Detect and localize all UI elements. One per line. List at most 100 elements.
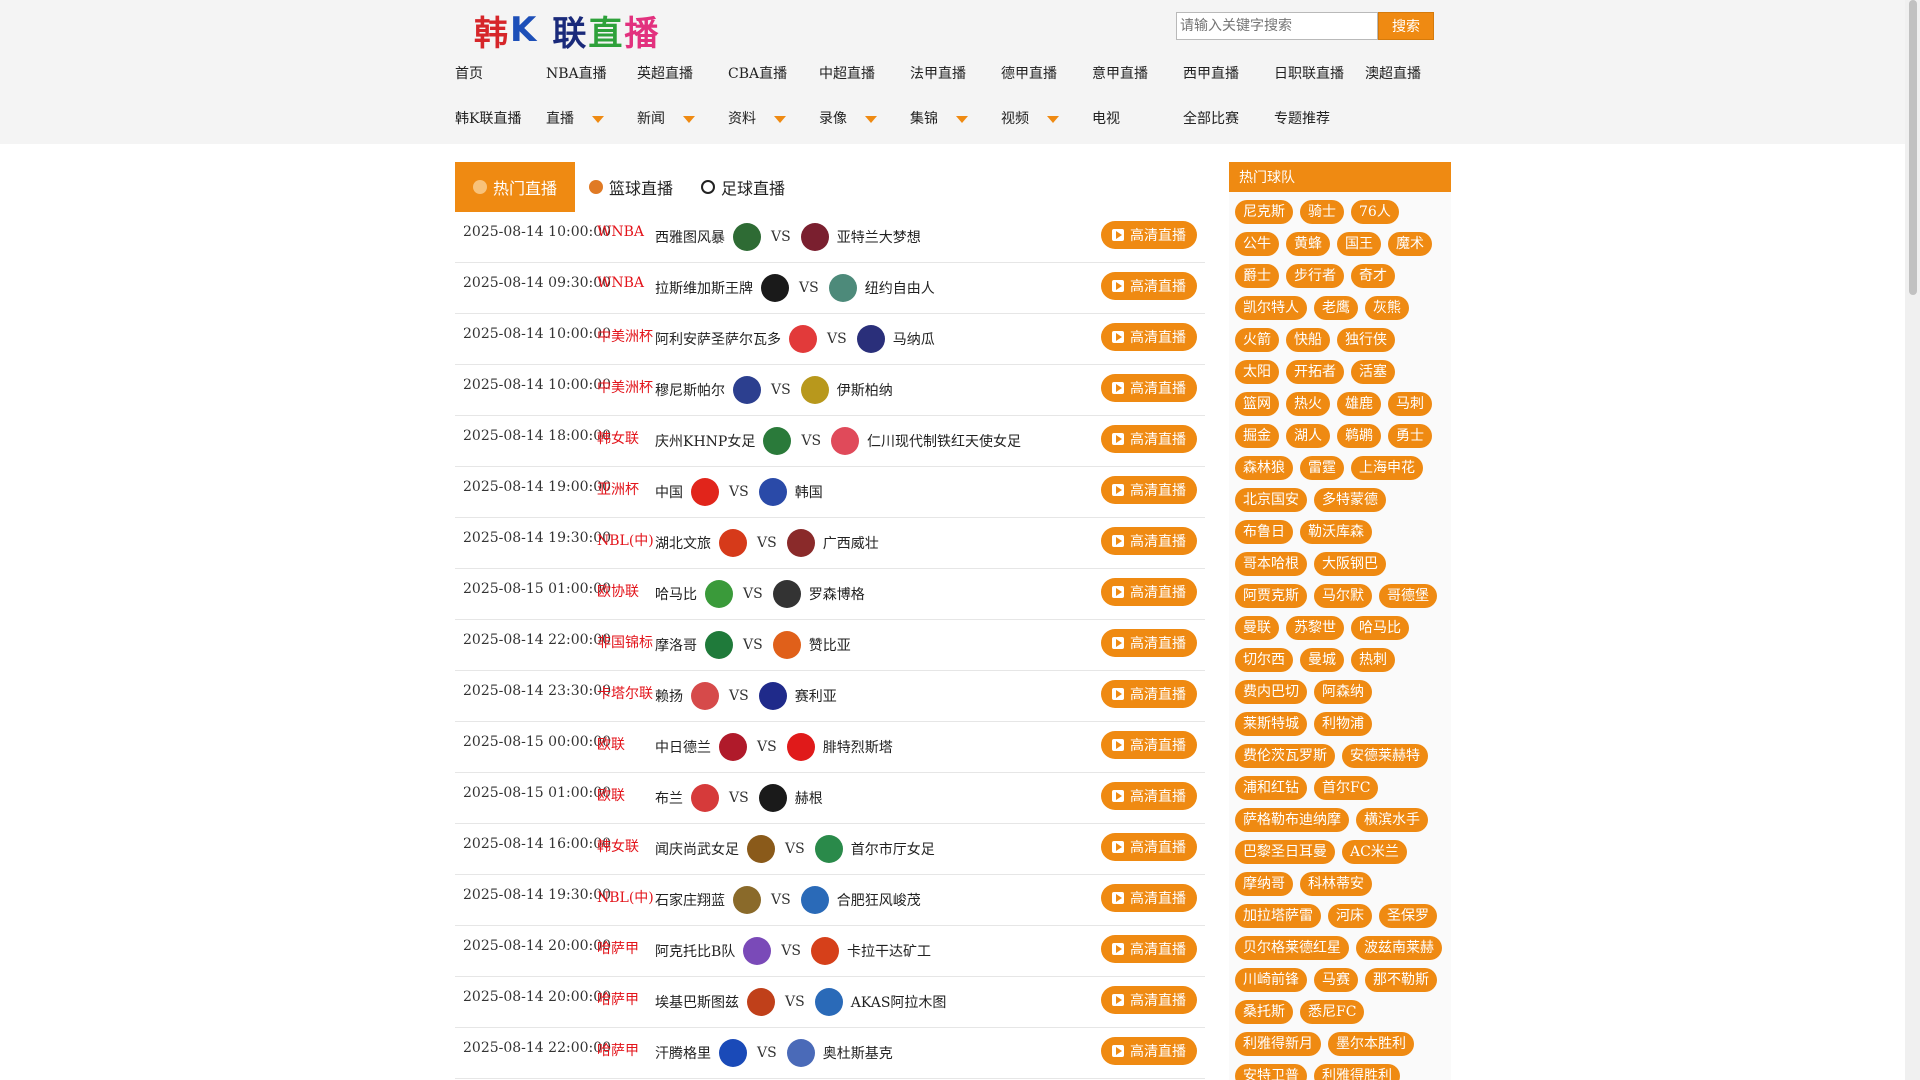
watch-hd-button[interactable]: 高清直播: [1101, 782, 1197, 810]
team-tag[interactable]: 萨格勒布迪纳摩: [1235, 808, 1349, 832]
nav-link[interactable]: 集锦: [910, 108, 968, 128]
team-tag[interactable]: 切尔西: [1235, 648, 1293, 672]
away-team[interactable]: 伊斯柏纳: [837, 380, 893, 400]
team-tag[interactable]: 利雅得新月: [1235, 1032, 1321, 1056]
team-tag[interactable]: 多特蒙德: [1314, 488, 1386, 512]
match-league[interactable]: 欧联: [597, 785, 625, 805]
home-team[interactable]: 闻庆尚武女足: [655, 839, 739, 859]
scrollbar-thumb[interactable]: [1909, 0, 1917, 295]
site-logo[interactable]: 韩 K 联 直 播: [474, 6, 660, 54]
away-team[interactable]: 赛利亚: [795, 686, 837, 706]
team-tag[interactable]: 费伦茨瓦罗斯: [1235, 744, 1335, 768]
team-tag[interactable]: 河床: [1328, 904, 1372, 928]
match-league[interactable]: 中美洲杯: [597, 377, 653, 397]
away-team[interactable]: AKAS阿拉木图: [851, 992, 947, 1012]
team-tag[interactable]: 川崎前锋: [1235, 968, 1307, 992]
watch-hd-button[interactable]: 高清直播: [1101, 935, 1197, 963]
team-tag[interactable]: 快船: [1286, 328, 1330, 352]
nav-link[interactable]: 新闻: [637, 108, 695, 128]
away-team[interactable]: 合肥狂风峻茂: [837, 890, 921, 910]
team-tag[interactable]: 曼城: [1300, 648, 1344, 672]
team-tag[interactable]: 热刺: [1351, 648, 1395, 672]
team-tag[interactable]: 哈马比: [1351, 616, 1409, 640]
match-league[interactable]: WNBA: [597, 224, 644, 240]
nav-link[interactable]: 全部比赛: [1183, 108, 1239, 128]
search-button[interactable]: 搜索: [1378, 12, 1434, 40]
away-team[interactable]: 亚特兰大梦想: [837, 227, 921, 247]
nav-link[interactable]: 韩K联直播: [455, 108, 521, 128]
away-team[interactable]: 仁川现代制铁红天使女足: [867, 431, 1021, 451]
match-league[interactable]: WNBA: [597, 275, 644, 291]
team-tag[interactable]: 费内巴切: [1235, 680, 1307, 704]
nav-link[interactable]: 电视: [1092, 108, 1120, 128]
away-team[interactable]: 赞比亚: [809, 635, 851, 655]
team-tag[interactable]: 上海申花: [1351, 456, 1423, 480]
team-tag[interactable]: 黄蜂: [1286, 232, 1330, 256]
team-tag[interactable]: 浦和红钻: [1235, 776, 1307, 800]
home-team[interactable]: 拉斯维加斯王牌: [655, 278, 753, 298]
match-league[interactable]: 非国锦标: [597, 632, 653, 652]
team-tag[interactable]: 莱斯特城: [1235, 712, 1307, 736]
team-tag[interactable]: 利雅得胜利: [1314, 1064, 1400, 1080]
home-team[interactable]: 中国: [655, 482, 683, 502]
away-team[interactable]: 卡拉干达矿工: [847, 941, 931, 961]
team-tag[interactable]: 大阪钢巴: [1314, 552, 1386, 576]
team-tag[interactable]: 灰熊: [1365, 296, 1409, 320]
home-team[interactable]: 庆州KHNP女足: [655, 431, 755, 451]
team-tag[interactable]: 开拓者: [1286, 360, 1344, 384]
match-league[interactable]: 卡塔尔联: [597, 683, 653, 703]
team-tag[interactable]: 步行者: [1286, 264, 1344, 288]
watch-hd-button[interactable]: 高清直播: [1101, 374, 1197, 402]
team-tag[interactable]: 安德莱赫特: [1342, 744, 1428, 768]
home-team[interactable]: 湖北文旅: [655, 533, 711, 553]
watch-hd-button[interactable]: 高清直播: [1101, 527, 1197, 555]
page-scrollbar[interactable]: [1905, 0, 1920, 1080]
team-tag[interactable]: 阿贾克斯: [1235, 584, 1307, 608]
team-tag[interactable]: 哥本哈根: [1235, 552, 1307, 576]
team-tag[interactable]: 摩纳哥: [1235, 872, 1293, 896]
team-tag[interactable]: 波兹南莱赫: [1356, 936, 1442, 960]
watch-hd-button[interactable]: 高清直播: [1101, 578, 1197, 606]
team-tag[interactable]: 鹈鹕: [1337, 424, 1381, 448]
team-tag[interactable]: 北京国安: [1235, 488, 1307, 512]
watch-hd-button[interactable]: 高清直播: [1101, 986, 1197, 1014]
away-team[interactable]: 罗森博格: [809, 584, 865, 604]
match-league[interactable]: 中美洲杯: [597, 326, 653, 346]
watch-hd-button[interactable]: 高清直播: [1101, 833, 1197, 861]
team-tag[interactable]: 巴黎圣日耳曼: [1235, 840, 1335, 864]
away-team[interactable]: 腓特烈斯塔: [823, 737, 893, 757]
nav-link[interactable]: CBA直播: [728, 63, 787, 83]
match-league[interactable]: 欧联: [597, 734, 625, 754]
away-team[interactable]: 韩国: [795, 482, 823, 502]
match-league[interactable]: NBL(中): [597, 887, 654, 907]
watch-hd-button[interactable]: 高清直播: [1101, 476, 1197, 504]
home-team[interactable]: 汗腾格里: [655, 1043, 711, 1063]
home-team[interactable]: 赖扬: [655, 686, 683, 706]
home-team[interactable]: 埃基巴斯图兹: [655, 992, 739, 1012]
nav-link[interactable]: 澳超直播: [1365, 63, 1421, 83]
team-tag[interactable]: 奇才: [1351, 264, 1395, 288]
match-league[interactable]: 亚洲杯: [597, 479, 639, 499]
nav-link[interactable]: 法甲直播: [910, 63, 966, 83]
team-tag[interactable]: 魔术: [1388, 232, 1432, 256]
tab-hot-live[interactable]: 热门直播: [455, 162, 575, 212]
nav-link[interactable]: 中超直播: [819, 63, 875, 83]
team-tag[interactable]: 马赛: [1314, 968, 1358, 992]
team-tag[interactable]: 雷霆: [1300, 456, 1344, 480]
team-tag[interactable]: 火箭: [1235, 328, 1279, 352]
team-tag[interactable]: 爵士: [1235, 264, 1279, 288]
nav-link[interactable]: 西甲直播: [1183, 63, 1239, 83]
team-tag[interactable]: 加拉塔萨雷: [1235, 904, 1321, 928]
watch-hd-button[interactable]: 高清直播: [1101, 680, 1197, 708]
team-tag[interactable]: 利物浦: [1314, 712, 1372, 736]
watch-hd-button[interactable]: 高清直播: [1101, 425, 1197, 453]
team-tag[interactable]: 安特卫普: [1235, 1064, 1307, 1080]
team-tag[interactable]: 哥德堡: [1379, 584, 1437, 608]
team-tag[interactable]: 公牛: [1235, 232, 1279, 256]
nav-link[interactable]: 录像: [819, 108, 877, 128]
tab-football-live[interactable]: 足球直播: [687, 162, 799, 212]
match-league[interactable]: 韩女联: [597, 428, 639, 448]
match-league[interactable]: NBL(中): [597, 530, 654, 550]
team-tag[interactable]: 马刺: [1388, 392, 1432, 416]
team-tag[interactable]: AC米兰: [1342, 840, 1407, 864]
